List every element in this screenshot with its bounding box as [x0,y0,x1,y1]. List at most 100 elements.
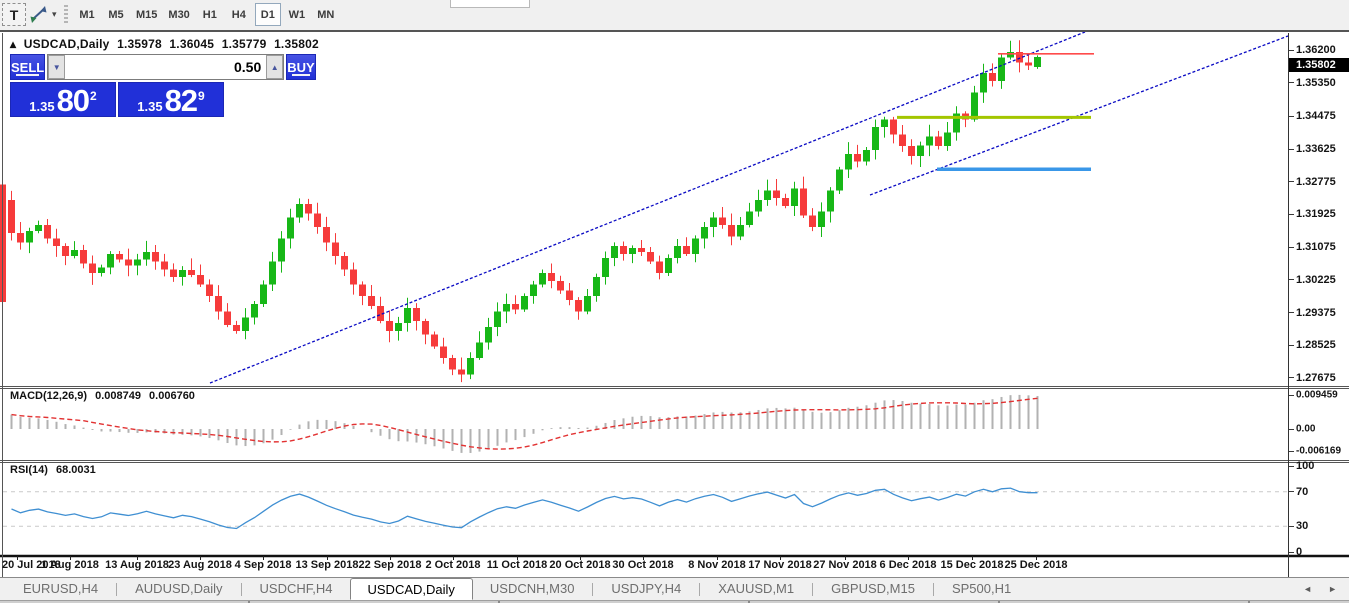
tab-scroll-right-icon[interactable]: ► [1328,578,1337,600]
timeframe-button-m30[interactable]: M30 [164,3,193,26]
diagonal-arrows-icon[interactable] [26,4,52,26]
one-click-trading-panel: SELL ▼ ▲ BUY 1.35 80 2 [10,54,228,117]
sell-price-tile[interactable]: 1.35 80 2 [10,82,116,117]
macd-axis-label: -0.006169 [1296,446,1341,457]
macd-value: 0.008749 [95,390,141,402]
sell-button-label: SELL [11,60,44,75]
date-axis-tick [70,556,71,560]
tab-separator [933,583,934,596]
buy-price-tile[interactable]: 1.35 82 9 [118,82,224,117]
timeframe-button-w1[interactable]: W1 [284,3,310,26]
buy-button[interactable]: BUY [286,54,315,80]
date-axis-tick [643,556,644,560]
macd-axis-label: 0.009459 [1296,390,1338,401]
tab-scrollers: ◄► [1303,578,1337,600]
date-axis-tick [137,556,138,560]
price-axis-tick [1289,312,1294,313]
chart-tab-eurusd-h4[interactable]: EURUSD,H4 [6,578,115,600]
volume-decrease-button[interactable]: ▼ [48,55,65,79]
buy-button-label: BUY [287,60,314,75]
price-axis-tick [1289,50,1294,51]
trendline-1[interactable] [210,32,1085,383]
macd-signal-value: 0.006760 [149,390,195,402]
rsi-axis-label: 100 [1296,460,1314,472]
price-axis-label: 1.31925 [1296,208,1336,220]
price-axis-label: 1.32775 [1296,176,1336,188]
date-axis-tick [1036,556,1037,560]
date-axis-tick [453,556,454,560]
timeframe-toolbar: T ▾ M1M5M15M30H1H4D1W1MN [0,0,1349,30]
ohlc-header: ▴ USDCAD,Daily 1.35978 1.36045 1.35779 1… [10,37,323,51]
symbol-tabs-bar: EURUSD,H4AUDUSD,DailyUSDCHF,H4USDCAD,Dai… [0,578,1349,600]
chart-tab-usdjpy-h4[interactable]: USDJPY,H4 [594,578,698,600]
sell-underline [16,74,39,76]
sell-button[interactable]: SELL [10,54,45,80]
date-axis-tick [200,556,201,560]
price-axis-tick [1289,116,1294,117]
timeframe-button-mn[interactable]: MN [313,3,339,26]
date-axis-tick [390,556,391,560]
buy-underline [292,74,309,76]
timeframe-button-m1[interactable]: M1 [74,3,100,26]
rsi-axis-label: 70 [1296,486,1308,498]
ohlc-close: 1.35802 [274,37,319,51]
timeframe-button-h4[interactable]: H4 [226,3,252,26]
date-axis-label: 13 Aug 2018 [105,559,169,571]
rsi-axis-tick [1289,526,1294,527]
macd-axis-tick [1289,429,1294,430]
date-axis-label: 30 Oct 2018 [612,559,673,571]
toolbar-grip[interactable] [64,5,68,25]
macd-histogram [12,395,1038,453]
date-axis-label: 22 Sep 2018 [359,559,422,571]
chart-tab-gbpusd-m15[interactable]: GBPUSD,M15 [814,578,932,600]
ohlc-open: 1.35978 [117,37,162,51]
price-axis-label: 1.31075 [1296,241,1336,253]
rsi-axis-label: 0 [1296,546,1302,558]
chart-tab-xauusd-m1[interactable]: XAUUSD,M1 [701,578,811,600]
chart-tab-usdcnh-m30[interactable]: USDCNH,M30 [473,578,592,600]
date-axis-label: 4 Sep 2018 [235,559,292,571]
rsi-line [12,488,1038,528]
date-axis-tick [908,556,909,560]
date-axis-label: 13 Sep 2018 [296,559,359,571]
trendline-2[interactable] [870,36,1288,195]
date-axis-tick [580,556,581,560]
chart-tab-usdchf-h4[interactable]: USDCHF,H4 [243,578,350,600]
mt4-workspace: T ▾ M1M5M15M30H1H4D1W1MN ▴ USDCAD,Daily … [0,0,1349,603]
date-axis-label: 2 Oct 2018 [425,559,480,571]
date-axis-tick [17,556,18,560]
timeframe-button-m5[interactable]: M5 [103,3,129,26]
rsi-level-lines [3,492,1288,526]
date-axis-label: 27 Nov 2018 [813,559,877,571]
chart-symbol-label: USDCAD,Daily [24,37,110,51]
timeframe-button-m15[interactable]: M15 [132,3,161,26]
price-axis-label: 1.33625 [1296,143,1336,155]
date-axis-tick [780,556,781,560]
chevron-down-icon[interactable]: ▾ [52,9,57,20]
volume-input[interactable] [65,55,266,79]
volume-increase-button[interactable]: ▲ [266,55,283,79]
rsi-axis-tick [1289,491,1294,492]
date-axis-label: 23 Aug 2018 [168,559,232,571]
docked-toolbar-stub [450,0,530,8]
chart-tab-usdcad-daily[interactable]: USDCAD,Daily [350,578,473,600]
timeframe-button-h1[interactable]: H1 [197,3,223,26]
macd-axis-tick [1289,395,1294,396]
tab-separator [592,583,593,596]
text-tool-button[interactable]: T [2,3,26,26]
tab-separator [241,583,242,596]
chart-tab-sp500-h1[interactable]: SP500,H1 [935,578,1028,600]
date-axis-label: 1 Aug 2018 [41,559,99,571]
price-axis-tick [1289,214,1294,215]
tab-separator [116,583,117,596]
date-axis-label: 17 Nov 2018 [748,559,812,571]
collapse-triangle-icon[interactable]: ▴ [10,37,16,51]
date-axis-label: 15 Dec 2018 [941,559,1004,571]
date-axis-label: 6 Dec 2018 [880,559,937,571]
price-axis-tick [1289,279,1294,280]
chart-tab-audusd-daily[interactable]: AUDUSD,Daily [118,578,239,600]
tab-scroll-left-icon[interactable]: ◄ [1303,578,1312,600]
timeframe-button-d1[interactable]: D1 [255,3,281,26]
rsi-axis-tick [1289,466,1294,467]
volume-spinner: ▼ ▲ [47,54,284,80]
